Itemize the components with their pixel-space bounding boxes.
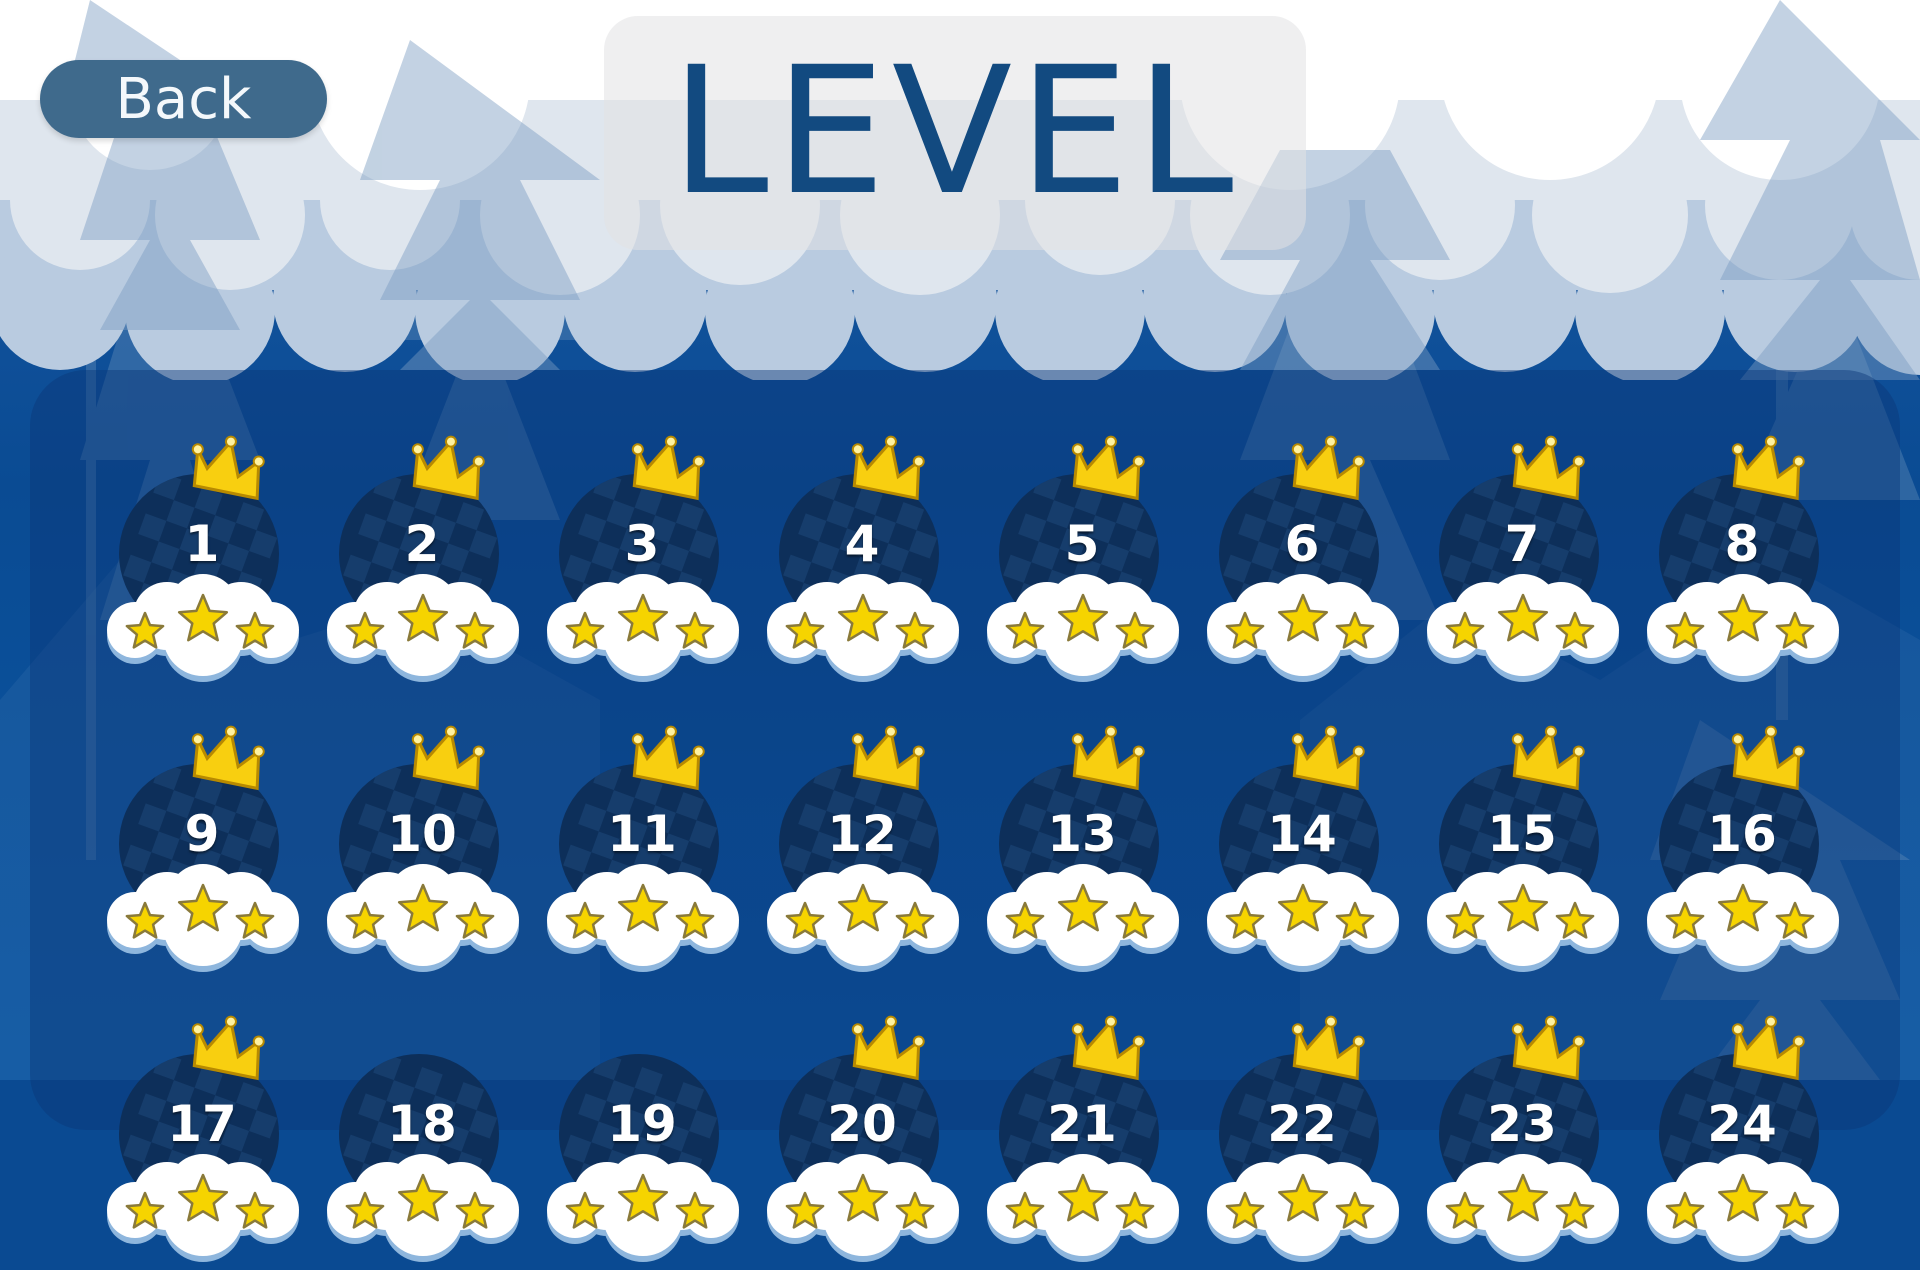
level-number: 17: [167, 1095, 237, 1153]
level-button[interactable]: 24: [1645, 1000, 1845, 1270]
level-button[interactable]: 5: [985, 420, 1185, 690]
level-number: 18: [387, 1095, 457, 1153]
level-button[interactable]: 14: [1205, 710, 1405, 980]
level-button[interactable]: 20: [765, 1000, 965, 1270]
level-button[interactable]: 23: [1425, 1000, 1625, 1270]
level-button[interactable]: 1: [105, 420, 305, 690]
level-number: 21: [1047, 1095, 1117, 1153]
level-number: 1: [184, 515, 220, 573]
level-button[interactable]: 17: [105, 1000, 305, 1270]
level-number: 4: [844, 515, 880, 573]
level-button[interactable]: 19: [545, 1000, 745, 1270]
level-number: 16: [1707, 805, 1777, 863]
level-number: 6: [1284, 515, 1320, 573]
level-button[interactable]: 2: [325, 420, 525, 690]
level-number: 20: [827, 1095, 897, 1153]
level-button[interactable]: 8: [1645, 420, 1845, 690]
level-number: 24: [1707, 1095, 1777, 1153]
level-button[interactable]: 21: [985, 1000, 1185, 1270]
level-button[interactable]: 9: [105, 710, 305, 980]
level-button[interactable]: 3: [545, 420, 745, 690]
level-button[interactable]: 18: [325, 1000, 525, 1270]
level-number: 23: [1487, 1095, 1557, 1153]
level-number: 14: [1267, 805, 1337, 863]
level-button[interactable]: 6: [1205, 420, 1405, 690]
level-number: 15: [1487, 805, 1557, 863]
level-number: 12: [827, 805, 897, 863]
level-number: 8: [1724, 515, 1760, 573]
level-button[interactable]: 4: [765, 420, 965, 690]
level-button[interactable]: 15: [1425, 710, 1625, 980]
level-button[interactable]: 12: [765, 710, 965, 980]
level-number: 13: [1047, 805, 1117, 863]
level-number: 5: [1064, 515, 1100, 573]
level-number: 22: [1267, 1095, 1337, 1153]
level-number: 19: [607, 1095, 677, 1153]
level-number: 11: [607, 805, 677, 863]
level-button[interactable]: 13: [985, 710, 1185, 980]
level-number: 9: [184, 805, 220, 863]
level-button[interactable]: 7: [1425, 420, 1625, 690]
level-button[interactable]: 11: [545, 710, 745, 980]
level-number: 3: [624, 515, 660, 573]
level-button[interactable]: 22: [1205, 1000, 1405, 1270]
level-number: 2: [404, 515, 440, 573]
level-number: 10: [387, 805, 457, 863]
level-button[interactable]: 16: [1645, 710, 1845, 980]
level-button[interactable]: 10: [325, 710, 525, 980]
level-grid: 1 2 3 4 5 6 7 8 9 10 11 12 13 14 15 16 17 18 19 20 21 22 23 24: [0, 0, 1920, 1262]
level-number: 7: [1504, 515, 1540, 573]
